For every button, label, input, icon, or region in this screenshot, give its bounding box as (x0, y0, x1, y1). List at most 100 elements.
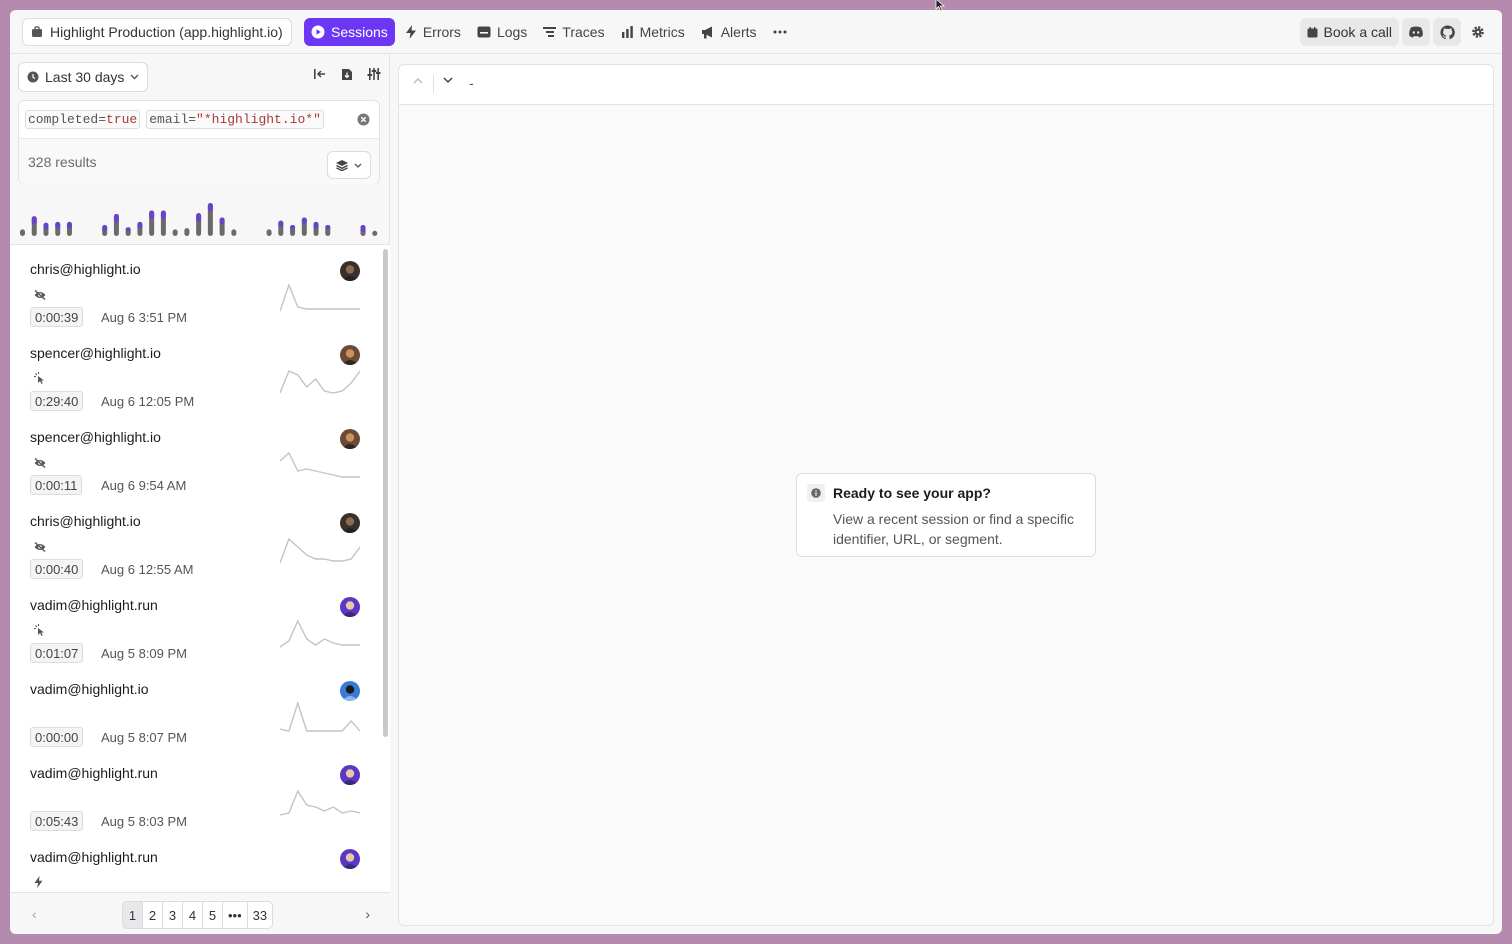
pointer-click-icon (34, 371, 46, 389)
download-icon[interactable] (341, 68, 353, 81)
histogram-bar-highlight (55, 221, 61, 229)
app-window: Highlight Production (app.highlight.io) … (10, 10, 1502, 934)
calendar-icon (1307, 26, 1318, 37)
play-circle-icon (311, 25, 325, 39)
session-list-item[interactable]: spencer@highlight.io 0:29:40 Aug 6 12:05 P… (10, 337, 380, 421)
megaphone-icon (701, 26, 712, 38)
session-list-item[interactable]: vadim@highlight.io 0:00:00 Aug 5 8:07 PM (10, 673, 380, 757)
ready-callout: Ready to see your app? View a recent ses… (796, 473, 1096, 557)
sparkline-path (280, 619, 360, 648)
sparkline-path (280, 700, 360, 732)
player-header: - (399, 65, 1493, 105)
layers-icon (336, 159, 348, 171)
histogram-bar-highlight (31, 216, 37, 225)
session-list-item[interactable]: spencer@highlight.io 0:00:11 Aug 6 9:54 AM (10, 421, 380, 505)
bolt-icon (405, 25, 416, 39)
session-list-scrollbar[interactable] (383, 249, 388, 737)
page-button[interactable]: 4 (182, 901, 203, 929)
sparkline-path (280, 451, 360, 478)
clear-search-icon[interactable] (357, 113, 370, 126)
histogram-bar[interactable] (184, 228, 190, 236)
histogram-bar-highlight (207, 203, 213, 212)
segments-dropdown[interactable] (327, 151, 371, 179)
sparkline-path (280, 370, 360, 394)
token-value: true (106, 112, 138, 127)
histogram-bar[interactable] (266, 229, 272, 236)
session-date: Aug 5 8:07 PM (101, 730, 187, 745)
session-identifier: spencer@highlight.io (30, 345, 161, 361)
github-icon (1439, 24, 1455, 39)
histogram-bar-highlight (360, 225, 366, 233)
page-button[interactable]: 3 (162, 901, 183, 929)
logs-icon (477, 26, 491, 38)
histogram-bar[interactable] (172, 229, 178, 236)
session-activity-sparkline (280, 700, 360, 732)
histogram-bar-highlight (66, 221, 72, 229)
avatar (340, 681, 360, 701)
session-activity-sparkline (280, 789, 360, 816)
discord-button[interactable] (1402, 18, 1430, 46)
briefcase-icon (32, 26, 42, 37)
session-date: Aug 6 3:51 PM (101, 310, 187, 325)
session-activity-sparkline (280, 867, 360, 892)
next-page-button[interactable]: › (365, 906, 370, 922)
nav-traces[interactable]: Traces (537, 18, 610, 46)
query-token-completed[interactable]: completed=true (25, 110, 141, 129)
book-a-call-button[interactable]: Book a call (1299, 18, 1399, 46)
search-query-input[interactable]: completed=true email="*highlight.io*" (19, 101, 379, 139)
nav-metrics-label: Metrics (639, 24, 685, 40)
bolt-icon (34, 875, 43, 892)
session-list-item[interactable]: chris@highlight.io 0:00:40 Aug 6 12:55 AM (10, 505, 380, 589)
project-switcher[interactable]: Highlight Production (app.highlight.io) (22, 18, 292, 46)
histogram-bar[interactable] (231, 229, 237, 236)
nav-metrics[interactable]: Metrics (615, 18, 691, 46)
session-list-item[interactable]: chris@highlight.io 0:00:39 Aug 6 3:51 PM (10, 253, 380, 337)
nav-alerts[interactable]: Alerts (695, 18, 763, 46)
chevron-down-icon (354, 163, 362, 168)
session-date: Aug 6 12:55 AM (101, 562, 194, 577)
nav-more[interactable] (767, 18, 793, 46)
nav-errors[interactable]: Errors (399, 18, 467, 46)
histogram-bar[interactable] (372, 230, 378, 236)
nav-sessions[interactable]: Sessions (304, 18, 395, 46)
query-token-email[interactable]: email="*highlight.io*" (146, 110, 324, 129)
eye-off-icon (34, 539, 46, 557)
sessions-sidebar: Last 30 days completed=true email="*high… (10, 54, 390, 934)
page-button[interactable]: 2 (142, 901, 163, 929)
session-duration: 0:00:40 (30, 559, 84, 579)
session-duration: 0:05:43 (30, 811, 84, 831)
session-date: Aug 5 8:09 PM (101, 646, 187, 661)
sessions-histogram[interactable] (18, 188, 382, 238)
nav-sessions-label: Sessions (331, 24, 388, 40)
chevron-up-icon[interactable] (413, 77, 423, 84)
token-value: "*highlight.io*" (196, 112, 321, 127)
prev-page-button[interactable]: ‹ (32, 906, 37, 922)
session-activity-sparkline (280, 282, 360, 312)
session-list-item[interactable]: vadim@highlight.run 0:05:43 Aug 5 8:03 PM (10, 757, 380, 841)
histogram-bar-highlight (125, 227, 131, 232)
book-a-call-label: Book a call (1323, 24, 1392, 40)
histogram-bar-highlight (196, 213, 202, 222)
nav-logs[interactable]: Logs (471, 18, 533, 46)
page-ellipsis[interactable]: ••• (222, 901, 248, 929)
chevron-down-icon[interactable] (443, 77, 453, 84)
page-button[interactable]: 5 (202, 901, 223, 929)
sparkline-path (280, 789, 360, 816)
date-range-picker[interactable]: Last 30 days (18, 62, 149, 92)
github-button[interactable] (1433, 18, 1461, 46)
collapse-left-icon[interactable] (313, 68, 327, 80)
page-button[interactable]: 33 (246, 901, 274, 929)
session-duration: 0:01:07 (30, 643, 84, 663)
sliders-icon[interactable] (367, 68, 381, 80)
histogram-bar[interactable] (20, 229, 25, 236)
eye-off-icon (34, 455, 46, 473)
session-list-item[interactable]: vadim@highlight.run 0:01:07 Aug 5 8:09 PM (10, 589, 380, 673)
nav-alerts-label: Alerts (720, 24, 757, 40)
pagination: ‹ 1 2 3 4 5 ••• 33 › (10, 892, 390, 934)
session-list-item[interactable]: vadim@highlight.run (10, 841, 380, 892)
session-activity-sparkline (280, 370, 360, 394)
pointer-click-icon (34, 623, 46, 641)
search-query-card: completed=true email="*highlight.io*" 32… (18, 100, 380, 184)
page-button[interactable]: 1 (122, 901, 143, 929)
settings-button[interactable] (1464, 18, 1492, 46)
